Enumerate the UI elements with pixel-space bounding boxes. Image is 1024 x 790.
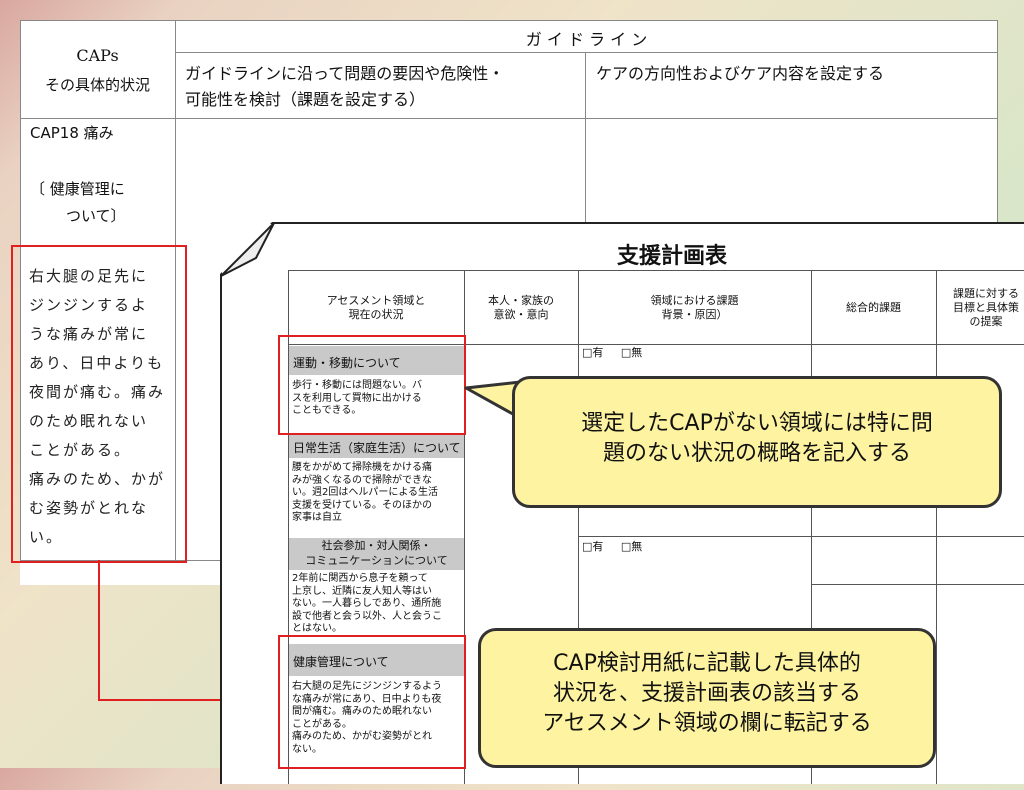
section-daily-body: 腰をかがめて掃除機をかける痛 みが強くなるので掃除ができな い。週2回はヘルパー… — [292, 462, 464, 525]
folded-corner-icon — [220, 222, 275, 277]
situation-label: その具体的状況 — [44, 76, 150, 94]
guideline-col1-line2: 可能性を検討（課題を設定する） — [185, 90, 426, 109]
header-issue: 領域における課題 背景・原因） — [578, 294, 811, 322]
callout-bottom-line3: アセスメント領域の欄に転記する — [542, 711, 872, 736]
checkbox-no-label: □無 — [620, 346, 643, 359]
checkbox-yes-label: □有 — [582, 346, 604, 359]
text-line: 支援を受けている。そのほかの — [292, 499, 432, 511]
issue-checkbox-1[interactable]: □有 □無 — [582, 346, 643, 360]
text-line: 家事は自立 — [292, 512, 342, 523]
cap-topic-line2: ついて〕 — [66, 207, 126, 225]
caps-label: CAPs — [76, 46, 119, 65]
guideline-header: ガ イ ド ラ イ ン — [525, 30, 648, 49]
cap-name: CAP18 痛み — [30, 124, 114, 142]
text-line: みが強くなるので掃除ができな — [292, 474, 432, 486]
section-social-body: 2年前に関西から息子を頼って 上京し、近隣に友人知人等はい ない。一人暮らしであ… — [292, 573, 464, 636]
header-issue-line2: 背景・原因） — [661, 308, 728, 321]
grid-line — [20, 118, 998, 119]
health-section-highlight — [278, 635, 466, 769]
text-line: 腰をかがめて掃除機をかける痛 — [292, 462, 432, 473]
header-overall: 総合的課題 — [846, 301, 901, 314]
header-assessment-line2: 現在の状況 — [348, 308, 404, 321]
callout-top-line2: 題のない状況の概略を記入する — [602, 441, 911, 466]
callout-bottom-line2: 状況を、支援計画表の該当する — [552, 681, 861, 706]
cap-topic-line1: 〔 健康管理に — [30, 180, 125, 198]
guideline-col2: ケアの方向性およびケア内容を設定する — [596, 64, 885, 83]
header-goal-line3: の提案 — [969, 315, 1003, 328]
section-daily-title: 日常生活（家庭生活）について — [293, 441, 461, 455]
header-assessment-line1: アセスメント領域と — [326, 294, 426, 307]
grid-line — [20, 20, 998, 21]
header-goal: 課題に対する 目標と具体策 の提案 — [936, 287, 1024, 329]
text-line: 設で他者と会う以外、人と会うこ — [292, 610, 442, 622]
section-social-title-line1: 社会参加・対人関係・ — [321, 539, 432, 552]
guideline-col1-line1: ガイドラインに沿って問題の要因や危険性・ — [185, 64, 505, 83]
text-line: 上京し、近隣に友人知人等はい — [292, 585, 432, 597]
header-intent: 本人・家族の 意欲・意向 — [464, 294, 578, 322]
section-social-title-line2: コミュニケーションについて — [305, 554, 448, 567]
motor-section-highlight — [278, 335, 466, 435]
section-daily-header: 日常生活（家庭生活）について — [289, 434, 464, 458]
header-assessment: アセスメント領域と 現在の状況 — [288, 294, 464, 322]
callout-top-line1: 選定したCAPがない領域には特に問 — [581, 411, 933, 436]
header-issue-line1: 領域における課題 — [650, 294, 739, 307]
text-line: 2年前に関西から息子を頼って — [292, 573, 428, 584]
text-line: とはない。 — [292, 623, 342, 634]
header-intent-line1: 本人・家族の — [488, 294, 554, 307]
text-line: ない。一人暮らしであり、通所施 — [292, 598, 442, 609]
callout-no-cap-note: 選定したCAPがない領域には特に問 題のない状況の概略を記入する — [512, 376, 1002, 508]
plan-title: 支援計画表 — [616, 244, 727, 269]
text-line: い。週2回はヘルパーによる生活 — [292, 487, 439, 498]
callout-transfer-note: CAP検討用紙に記載した具体的 状況を、支援計画表の該当する アセスメント領域の… — [478, 628, 936, 768]
checkbox-no-label: □無 — [620, 540, 643, 553]
checkbox-yes-label: □有 — [582, 540, 604, 553]
header-intent-line2: 意欲・意向 — [493, 308, 549, 321]
header-goal-line1: 課題に対する — [953, 287, 1019, 300]
grid-line — [175, 52, 998, 53]
issue-checkbox-3[interactable]: □有 □無 — [582, 540, 643, 554]
section-social-header: 社会参加・対人関係・ コミュニケーションについて — [289, 538, 464, 570]
header-goal-line2: 目標と具体策 — [953, 301, 1019, 314]
callout-bottom-line1: CAP検討用紙に記載した具体的 — [553, 651, 861, 676]
cap-situation-highlight — [11, 245, 187, 563]
